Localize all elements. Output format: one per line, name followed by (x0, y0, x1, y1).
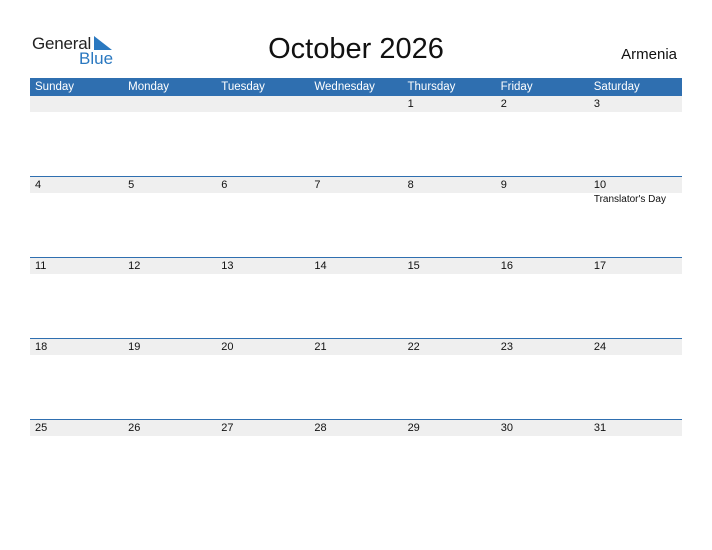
day-number: 29 (407, 422, 420, 434)
day-number: 10 (593, 179, 607, 191)
day-cell: 20 (216, 339, 309, 420)
day-number: 26 (128, 422, 141, 434)
week-row: 4 5 6 7 8 9 10 Translator's Day (30, 176, 682, 258)
holiday-label: Translator's Day (593, 194, 666, 205)
day-number: 1 (407, 98, 414, 110)
day-number: 25 (35, 422, 48, 434)
day-number: 12 (128, 260, 141, 272)
weekday-monday: Monday (128, 81, 170, 93)
day-cell: 15 (403, 258, 496, 339)
day-number: 15 (407, 260, 420, 272)
weekday-tuesday: Tuesday (221, 81, 265, 93)
weekday-sunday: Sunday (35, 81, 75, 93)
day-cell: 8 (403, 177, 496, 258)
day-number: 14 (314, 260, 327, 272)
day-cell: 2 (496, 96, 589, 177)
day-cell: 31 (589, 420, 682, 501)
day-number: 13 (221, 260, 234, 272)
day-number: 3 (593, 98, 600, 110)
day-cell: 14 (309, 258, 402, 339)
weekday-wednesday: Wednesday (314, 81, 375, 93)
day-number: 8 (407, 179, 414, 191)
day-number: 20 (221, 341, 234, 353)
day-cell: 21 (309, 339, 402, 420)
day-number: 31 (593, 422, 607, 434)
day-cell: 27 (216, 420, 309, 501)
day-cell: 12 (123, 258, 216, 339)
day-number: 6 (221, 179, 228, 191)
day-cell: 30 (496, 420, 589, 501)
day-number: 2 (500, 98, 507, 110)
day-cell: 25 (30, 420, 123, 501)
day-cell: 10 Translator's Day (589, 177, 682, 258)
day-cell (216, 96, 309, 177)
day-number: 27 (221, 422, 234, 434)
day-cell: 4 (30, 177, 123, 258)
weekday-saturday: Saturday (593, 81, 640, 93)
day-number: 4 (35, 179, 42, 191)
day-number: 21 (314, 341, 327, 353)
day-cell (309, 96, 402, 177)
day-cell: 9 (496, 177, 589, 258)
weekday-friday: Friday (500, 81, 533, 93)
day-cell: 5 (123, 177, 216, 258)
day-cell: 16 (496, 258, 589, 339)
week-row: 1 2 3 (30, 96, 682, 177)
day-cell (123, 96, 216, 177)
day-cell: 22 (403, 339, 496, 420)
weekday-thursday: Thursday (407, 81, 456, 93)
day-number: 5 (128, 179, 135, 191)
day-number: 30 (500, 422, 513, 434)
day-number: 28 (314, 422, 327, 434)
week-row: 11 12 13 14 15 16 17 (30, 257, 682, 339)
day-number: 7 (314, 179, 321, 191)
day-cell: 11 (30, 258, 123, 339)
country-label: Armenia (621, 46, 677, 63)
day-number: 18 (35, 341, 48, 353)
day-cell: 18 (30, 339, 123, 420)
day-cell: 13 (216, 258, 309, 339)
day-number: 11 (35, 260, 47, 272)
day-number: 16 (500, 260, 513, 272)
day-cell: 24 (589, 339, 682, 420)
day-cell: 17 (589, 258, 682, 339)
day-number: 19 (128, 341, 141, 353)
day-cell: 1 (403, 96, 496, 177)
day-cell: 23 (496, 339, 589, 420)
week-row: 18 19 20 21 22 23 24 (30, 338, 682, 420)
week-row: 25 26 27 28 29 30 31 (30, 419, 682, 501)
day-cell: 6 (216, 177, 309, 258)
day-cell: 29 (403, 420, 496, 501)
weekday-header: Sunday Monday Tuesday Wednesday Thursday… (30, 78, 682, 96)
day-cell: 28 (309, 420, 402, 501)
day-number: 17 (593, 260, 607, 272)
day-cell: 3 (589, 96, 682, 177)
day-number: 23 (500, 341, 513, 353)
day-cell: 7 (309, 177, 402, 258)
calendar-title: October 2026 (268, 33, 444, 65)
day-cell: 26 (123, 420, 216, 501)
day-cell: 19 (123, 339, 216, 420)
day-number: 9 (500, 179, 507, 191)
day-cell (30, 96, 123, 177)
day-number: 22 (407, 341, 420, 353)
day-number: 24 (593, 341, 607, 353)
